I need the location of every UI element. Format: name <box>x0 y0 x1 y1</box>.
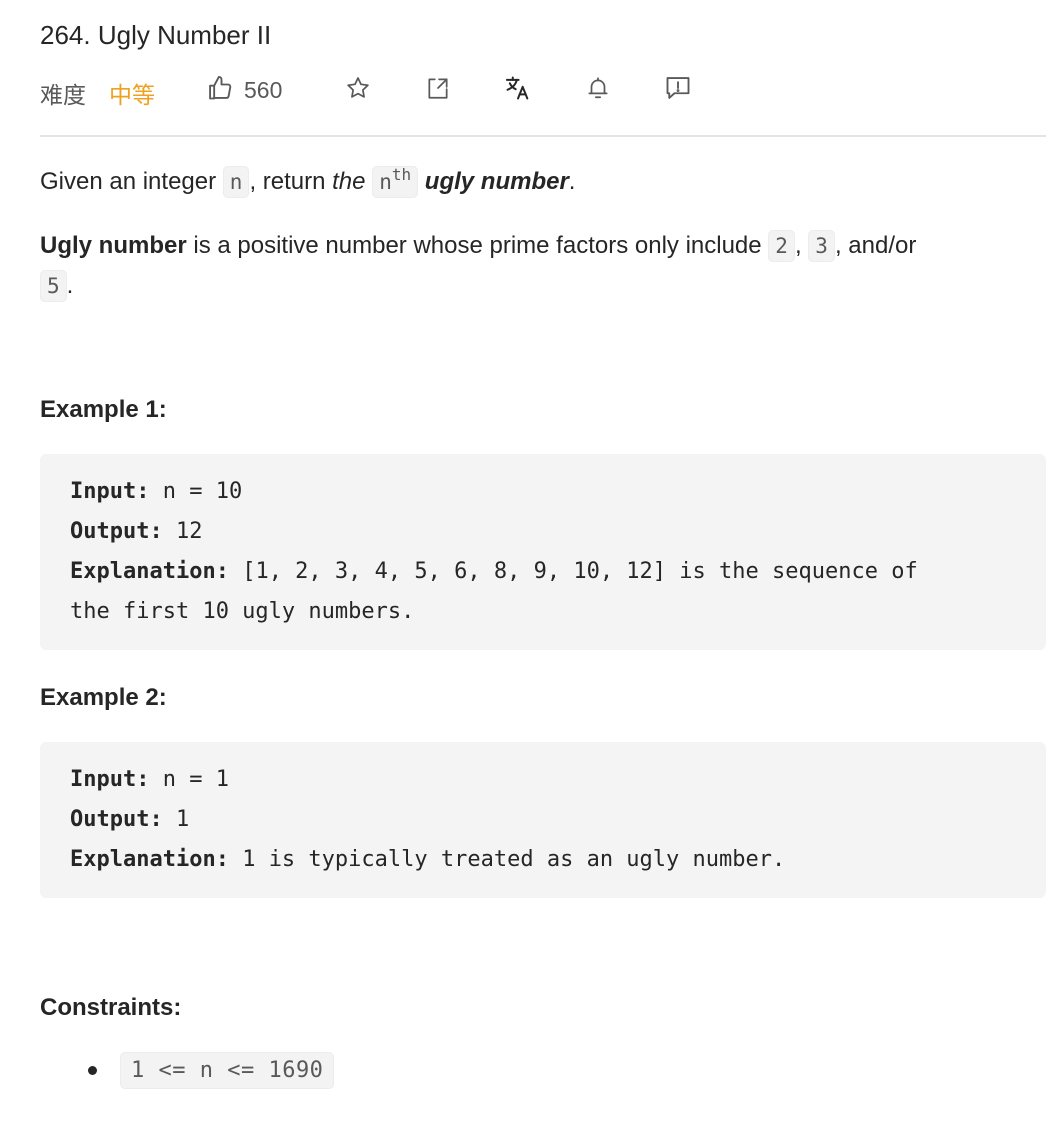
example-input-label: Input: <box>70 479 150 504</box>
description-text: . <box>66 272 74 299</box>
example-explanation-label: Explanation: <box>70 847 229 872</box>
inline-code-superscript: th <box>391 165 412 184</box>
description-paragraph-2: Ugly number is a positive number whose p… <box>40 226 1046 306</box>
description-bold-term: ugly number <box>424 168 569 195</box>
constraint-code: 1 <= n <= 1690 <box>120 1052 335 1089</box>
description-text: , and/or <box>834 232 917 259</box>
example-explanation-text: the first 10 ugly numbers. <box>70 599 415 624</box>
example-2-block: Input: n = 1 Output: 1 Explanation: 1 is… <box>40 742 1046 898</box>
example-output-value: 1 <box>162 807 190 832</box>
example-output-value: 12 <box>162 519 203 544</box>
example-input-label: Input: <box>70 767 150 792</box>
share-button[interactable] <box>422 74 454 106</box>
notification-button[interactable] <box>582 74 614 106</box>
header-divider <box>40 135 1046 137</box>
example-explanation-text: 1 is typically treated as an ugly number… <box>228 847 786 872</box>
bell-icon <box>585 75 611 106</box>
problem-meta-bar: 难度 中等 560 <box>40 74 1046 109</box>
feedback-icon <box>664 74 692 107</box>
feedback-button[interactable] <box>662 74 694 106</box>
example-output-label: Output: <box>70 807 163 832</box>
constraints-heading: Constraints: <box>40 994 182 1021</box>
description-text: Given an integer <box>40 168 223 195</box>
translate-button[interactable] <box>502 74 534 106</box>
inline-code-5: 5 <box>40 270 67 302</box>
example-explanation-label: Explanation: <box>70 559 229 584</box>
description-text: , <box>794 232 809 259</box>
example-1-heading: Example 1: <box>40 396 167 423</box>
like-count: 560 <box>244 76 283 103</box>
star-icon <box>345 75 371 106</box>
difficulty-badge: 中等 <box>109 83 155 109</box>
favorite-button[interactable] <box>342 74 374 106</box>
bullet-icon <box>88 1066 97 1075</box>
description-text: is a positive number whose prime factors… <box>186 232 769 259</box>
description-bold-term: Ugly number <box>40 232 187 259</box>
share-icon <box>425 75 451 106</box>
example-input-value: n = 1 <box>149 767 229 792</box>
inline-code-2: 2 <box>768 230 795 262</box>
description-text: , return <box>249 168 333 195</box>
inline-code-3: 3 <box>808 230 835 262</box>
example-1-block: Input: n = 10 Output: 12 Explanation: [1… <box>40 454 1046 650</box>
example-output-label: Output: <box>70 519 163 544</box>
inline-code-nth: nth <box>372 165 419 198</box>
constraint-item: 1 <= n <= 1690 <box>88 1052 335 1089</box>
example-input-value: n = 10 <box>149 479 243 504</box>
description-text: . <box>568 168 576 195</box>
problem-title: 264. Ugly Number II <box>40 20 272 50</box>
like-button[interactable]: 560 <box>206 74 282 106</box>
difficulty-label: 难度 <box>40 83 86 109</box>
translate-icon <box>504 74 532 107</box>
inline-code-n-base: n <box>379 170 392 194</box>
description-paragraph-1: Given an integer n, return the nth ugly … <box>40 162 1046 202</box>
example-explanation-text: [1, 2, 3, 4, 5, 6, 8, 9, 10, 12] is the … <box>228 559 918 584</box>
description-emphasis: the <box>332 168 366 195</box>
example-2-heading: Example 2: <box>40 684 167 711</box>
inline-code-n: n <box>222 166 250 198</box>
thumbs-up-icon <box>206 74 234 107</box>
